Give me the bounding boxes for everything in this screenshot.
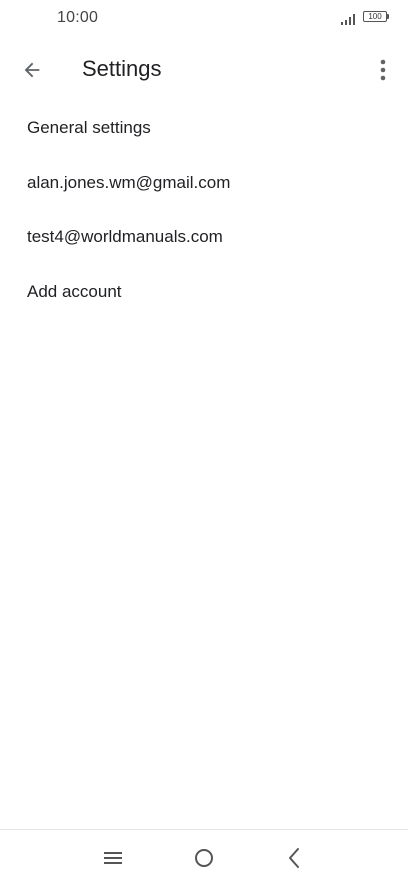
list-item-label: alan.jones.wm@gmail.com [27,172,231,192]
list-item-account-alan[interactable]: alan.jones.wm@gmail.com [0,156,408,211]
app-bar: Settings [0,44,408,96]
signal-icon [341,14,355,25]
list-item-add-account[interactable]: Add account [0,265,408,320]
system-back-button[interactable] [280,844,308,872]
status-bar: 10:00 100 [0,0,408,38]
list-item-label: test4@worldmanuals.com [27,227,223,247]
list-item-general-settings[interactable]: General settings [0,101,408,156]
page-title: Settings [82,56,162,81]
home-icon [195,849,213,867]
list-item-label: Add account [27,281,122,301]
settings-list: General settings alan.jones.wm@gmail.com… [0,101,408,319]
settings-screen: 10:00 100 Settings General settings alan… [0,0,408,884]
back-arrow-icon [24,62,40,78]
home-button[interactable] [190,844,218,872]
list-item-account-test4[interactable]: test4@worldmanuals.com [0,210,408,265]
menu-icon [104,852,122,864]
list-item-label: General settings [27,118,151,138]
status-time: 10:00 [57,9,99,26]
back-button[interactable] [14,54,50,86]
more-vert-icon [380,59,386,81]
system-nav-bar [0,829,408,884]
more-options-button[interactable] [368,54,398,86]
recent-apps-button[interactable] [99,844,127,872]
back-icon [289,848,299,868]
battery-icon: 100 [363,11,391,24]
battery-level: 100 [363,11,387,22]
